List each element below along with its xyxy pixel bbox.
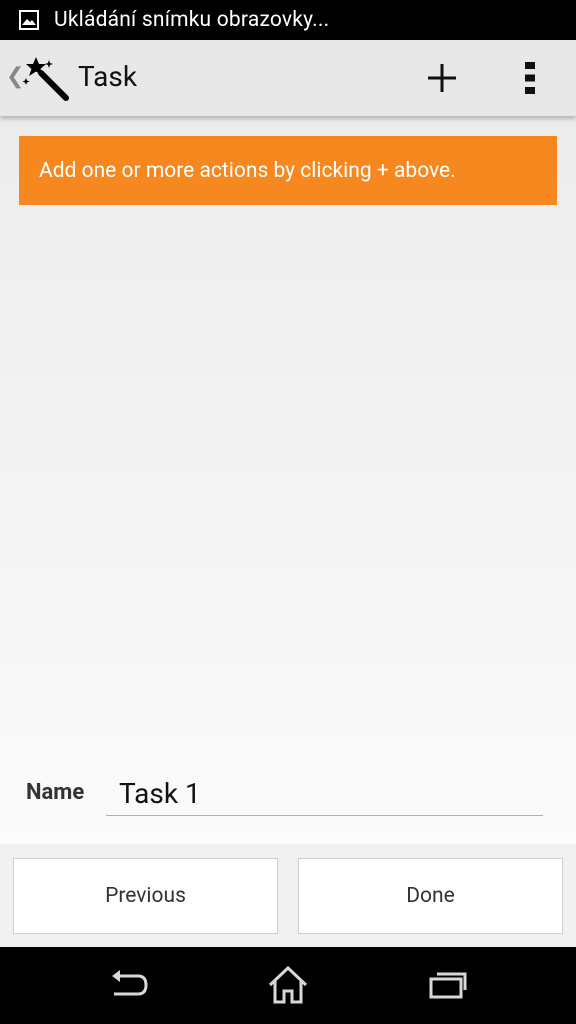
overflow-menu-icon	[525, 62, 535, 94]
overflow-menu-button[interactable]	[506, 54, 554, 102]
content-area: Add one or more actions by clicking + ab…	[0, 116, 576, 844]
previous-button[interactable]: Previous	[13, 858, 278, 934]
home-icon[interactable]	[266, 965, 310, 1005]
image-icon	[18, 9, 40, 31]
magic-wand-icon[interactable]	[22, 54, 70, 102]
add-action-button[interactable]	[418, 54, 466, 102]
status-text: Ukládání snímku obrazovky...	[54, 8, 330, 32]
navigation-bar	[0, 947, 576, 1024]
name-input[interactable]	[106, 772, 543, 816]
action-bar: ❮ Task	[0, 40, 576, 116]
status-bar: Ukládání snímku obrazovky...	[0, 0, 576, 40]
hint-banner: Add one or more actions by clicking + ab…	[19, 136, 557, 205]
name-row: Name	[0, 768, 576, 828]
name-label: Name	[26, 780, 85, 805]
done-button[interactable]: Done	[298, 858, 563, 934]
plus-icon	[428, 64, 456, 92]
button-bar: Previous Done	[0, 844, 576, 947]
page-title: Task	[78, 60, 138, 93]
back-icon[interactable]	[106, 965, 150, 1005]
recent-apps-icon[interactable]	[426, 965, 470, 1005]
